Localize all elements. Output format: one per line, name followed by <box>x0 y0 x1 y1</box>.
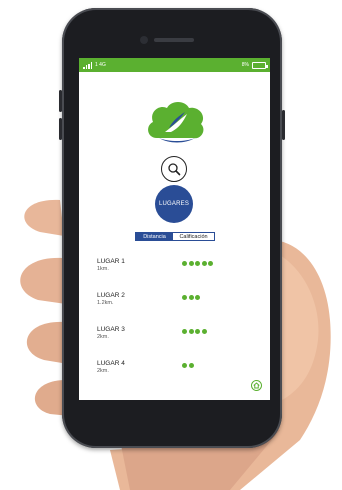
rating-dot <box>182 363 187 368</box>
rating-dot <box>188 261 194 266</box>
rating-dot <box>201 329 207 334</box>
list-item[interactable]: LUGAR 3 2km. <box>97 326 257 360</box>
rating-dot <box>182 329 187 334</box>
place-name: LUGAR 2 <box>97 292 125 299</box>
rating-dot <box>188 363 194 368</box>
search-icon <box>168 163 181 176</box>
rating-dot <box>182 295 187 300</box>
place-name: LUGAR 1 <box>97 258 125 265</box>
network-label: 1 4G <box>95 62 106 68</box>
place-name: LUGAR 4 <box>97 360 125 367</box>
battery-icon <box>252 61 268 69</box>
rating-dots <box>182 261 213 266</box>
rating-dot <box>195 329 200 334</box>
rating-dot <box>188 295 194 300</box>
status-bar: 1 4G 8% <box>79 58 270 72</box>
places-button[interactable]: LUGARES <box>155 185 193 223</box>
place-distance: 2km. <box>97 334 109 340</box>
place-name: LUGAR 3 <box>97 326 125 333</box>
rating-dot <box>182 261 187 266</box>
tab-rating[interactable]: Calificación <box>173 233 214 240</box>
app-screen: 1 4G 8% LUGARES Distancia Calificación L… <box>79 58 270 400</box>
volume-button <box>59 118 62 140</box>
signal-icon <box>83 61 92 69</box>
camera <box>140 36 148 44</box>
rating-dots <box>182 363 194 368</box>
home-button[interactable] <box>251 380 262 391</box>
place-distance: 2km. <box>97 368 109 374</box>
search-button[interactable] <box>161 156 187 182</box>
places-list: LUGAR 1 1km. LUGAR 2 1.2km. LUGAR 3 2km.… <box>97 258 257 394</box>
sort-tabs: Distancia Calificación <box>135 232 215 241</box>
list-item[interactable]: LUGAR 4 2km. <box>97 360 257 394</box>
rating-dots <box>182 295 200 300</box>
cloud-bird-logo <box>148 102 204 143</box>
tab-distance[interactable]: Distancia <box>136 233 173 240</box>
volume-button <box>59 90 62 112</box>
rating-dot <box>195 261 200 266</box>
place-distance: 1.2km. <box>97 300 114 306</box>
place-distance: 1km. <box>97 266 109 272</box>
list-item[interactable]: LUGAR 2 1.2km. <box>97 292 257 326</box>
rating-dot <box>201 261 207 266</box>
battery-label: 8% <box>241 62 249 68</box>
rating-dot <box>195 295 200 300</box>
home-icon <box>253 382 260 389</box>
rating-dots <box>182 329 207 334</box>
list-item[interactable]: LUGAR 1 1km. <box>97 258 257 292</box>
rating-dot <box>188 329 194 334</box>
speaker <box>154 38 194 42</box>
power-button <box>282 110 285 140</box>
rating-dot <box>208 261 213 266</box>
